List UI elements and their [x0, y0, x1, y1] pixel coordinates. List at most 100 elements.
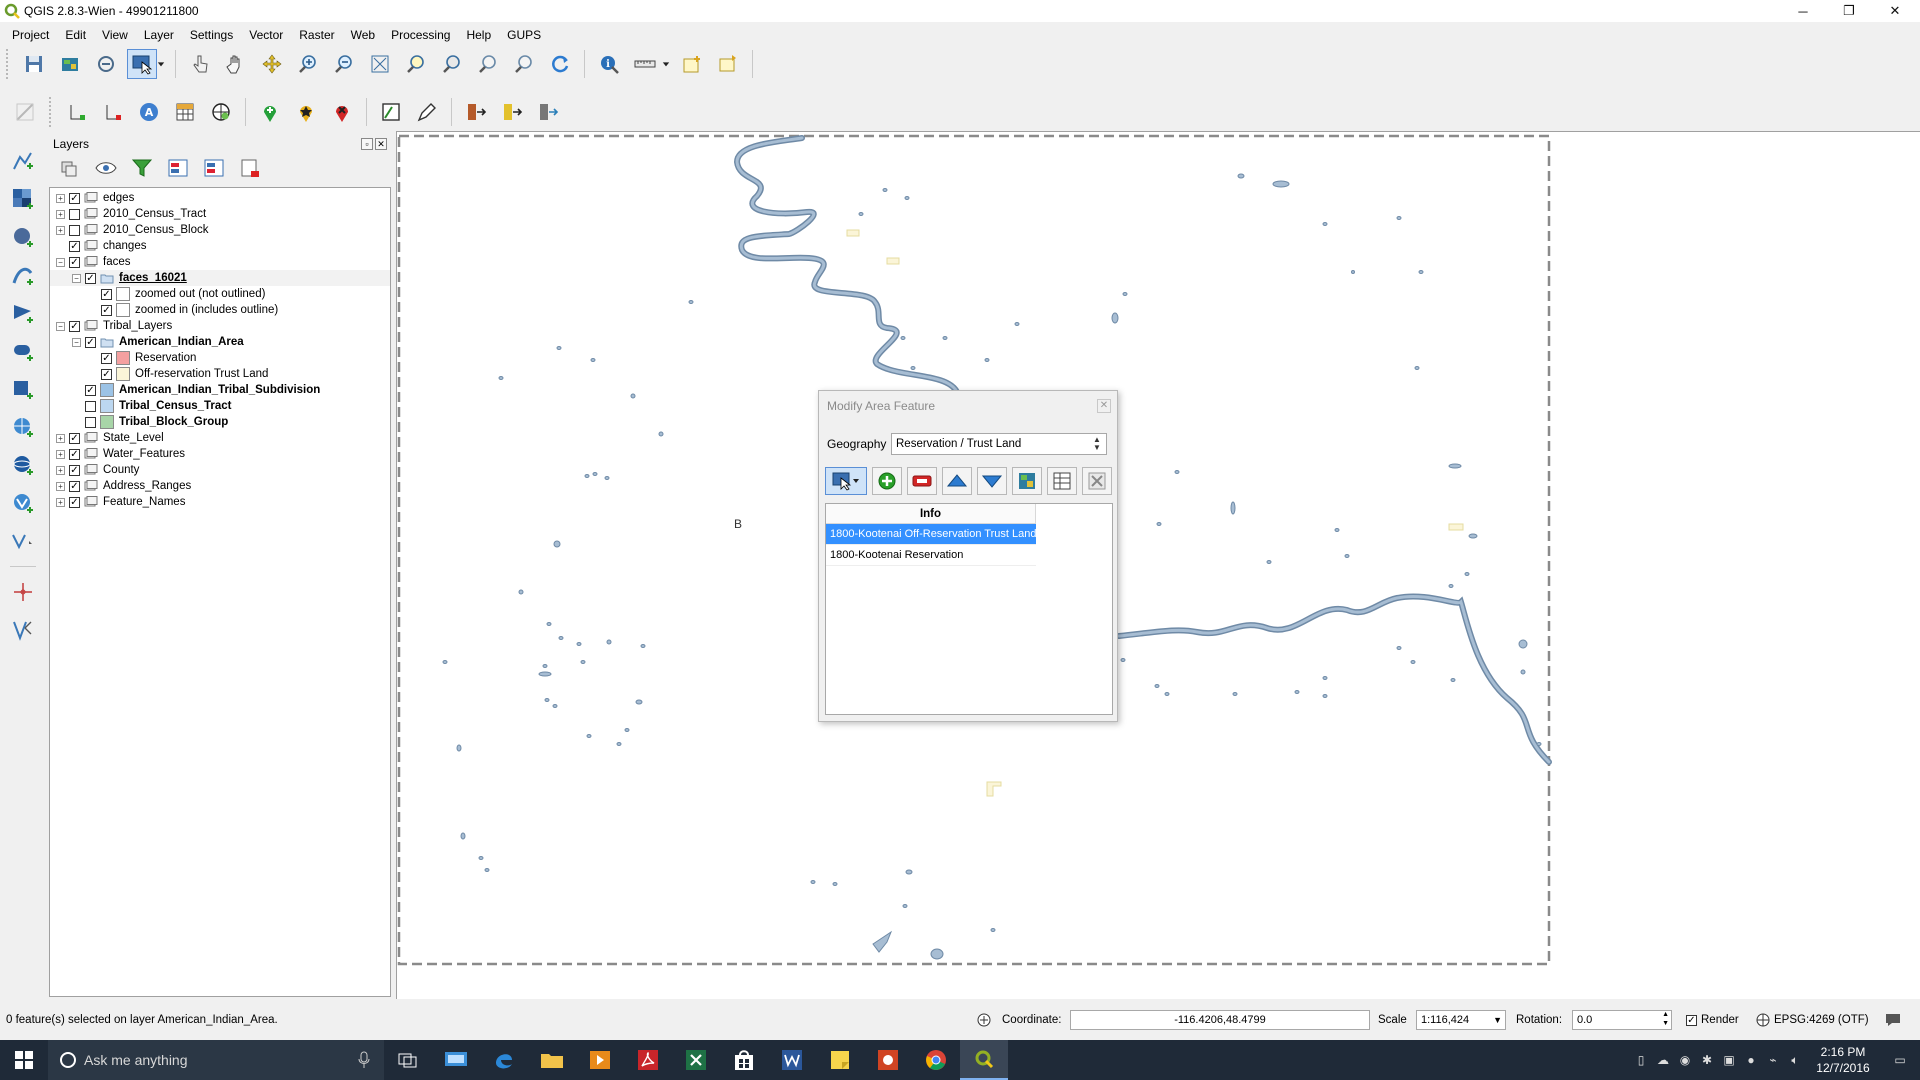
add-delimited-text-button[interactable]: [8, 615, 38, 645]
layer-visibility-checkbox[interactable]: ✓: [85, 336, 96, 348]
layer-visibility-checkbox[interactable]: ✓: [69, 240, 80, 252]
layer-visibility-checkbox[interactable]: ✓: [69, 464, 80, 476]
add-vector-layer-button[interactable]: [8, 146, 38, 176]
layer-visibility-checkbox[interactable]: ✓: [69, 256, 80, 268]
map-canvas[interactable]: B: [396, 131, 1920, 999]
toolbar-grip[interactable]: [6, 49, 12, 79]
layer-tree-row[interactable]: +2010_Census_Tract: [50, 206, 390, 222]
rotation-spinbox[interactable]: 0.0 ▲ ▼: [1572, 1010, 1672, 1030]
crosshair-tool-button[interactable]: [8, 577, 38, 607]
filter-legend-button[interactable]: [129, 156, 155, 180]
zoom-full-button[interactable]: [365, 49, 395, 79]
taskbar-acrobat[interactable]: [624, 1040, 672, 1080]
layer-tree-row[interactable]: ✓ zoomed in (includes outline): [50, 302, 390, 318]
dialog-cancel-button[interactable]: [1082, 467, 1112, 495]
layer-tree[interactable]: + ✓ edges +2010_Census_Tract +2010_Census_Bl…: [49, 187, 391, 997]
taskbar-media[interactable]: [576, 1040, 624, 1080]
taskbar-file-explorer[interactable]: [528, 1040, 576, 1080]
show-bookmarks-button[interactable]: [713, 49, 743, 79]
layer-tree-row[interactable]: + ✓ State_Level: [50, 430, 390, 446]
select-features-button[interactable]: [127, 49, 157, 79]
touch-zoom-button[interactable]: [185, 49, 215, 79]
tray-sync-icon[interactable]: ◉: [1674, 1040, 1696, 1080]
chart-tool-button[interactable]: [376, 97, 406, 127]
menu-raster[interactable]: Raster: [291, 24, 342, 46]
tray-bluetooth-icon[interactable]: ✱: [1696, 1040, 1718, 1080]
layer-tree-row[interactable]: − ✓ faces_16021: [50, 270, 390, 286]
expand-toggle[interactable]: −: [56, 257, 65, 267]
zoom-to-selection-button[interactable]: [401, 49, 431, 79]
save-project-button[interactable]: [19, 49, 49, 79]
expand-toggle[interactable]: −: [56, 321, 65, 331]
label-button[interactable]: A: [134, 97, 164, 127]
menu-web[interactable]: Web: [343, 24, 383, 46]
action-center-icon[interactable]: ▭: [1880, 1040, 1920, 1080]
expand-toggle[interactable]: +: [56, 481, 65, 491]
float-panel-button[interactable]: ▫: [361, 138, 373, 150]
open-project-button[interactable]: [55, 49, 85, 79]
expand-toggle[interactable]: +: [56, 225, 65, 235]
taskbar-sticky-notes[interactable]: [816, 1040, 864, 1080]
delete-vertex-button[interactable]: [98, 97, 128, 127]
maximize-button[interactable]: ❐: [1826, 0, 1872, 22]
layer-visibility-checkbox[interactable]: [85, 400, 96, 412]
taskbar-excel[interactable]: [672, 1040, 720, 1080]
expand-toggle[interactable]: +: [56, 449, 65, 459]
layer-tree-row[interactable]: + ✓ County: [50, 462, 390, 478]
menu-edit[interactable]: Edit: [57, 24, 94, 46]
start-button[interactable]: [0, 1040, 48, 1080]
layer-visibility-checkbox[interactable]: ✓: [101, 304, 112, 316]
gups-tool-3-button[interactable]: [533, 97, 563, 127]
info-list[interactable]: Info 1800-Kootenai Off-Reservation Trust…: [825, 503, 1113, 715]
expand-toggle[interactable]: −: [72, 337, 81, 347]
add-vertex-button[interactable]: [62, 97, 92, 127]
expand-toggle[interactable]: −: [72, 273, 81, 283]
add-mssql-layer-button[interactable]: [8, 298, 38, 328]
menu-processing[interactable]: Processing: [383, 24, 458, 46]
layer-visibility-checkbox[interactable]: [85, 416, 96, 428]
layer-tree-row[interactable]: − ✓ Tribal_Layers: [50, 318, 390, 334]
expand-toggle[interactable]: +: [56, 433, 65, 443]
tray-update-icon[interactable]: ●: [1740, 1040, 1762, 1080]
menu-settings[interactable]: Settings: [182, 24, 241, 46]
tray-pdf-icon[interactable]: ▣: [1718, 1040, 1740, 1080]
layer-visibility-checkbox[interactable]: ✓: [69, 320, 80, 332]
layer-visibility-checkbox[interactable]: ✓: [101, 288, 112, 300]
close-panel-button[interactable]: ✕: [375, 138, 387, 150]
layer-visibility-checkbox[interactable]: ✓: [69, 480, 80, 492]
measure-dropdown-button[interactable]: [661, 49, 671, 79]
taskbar-word[interactable]: [768, 1040, 816, 1080]
expand-toggle[interactable]: +: [56, 209, 65, 219]
globe-plugin-button[interactable]: [206, 97, 236, 127]
task-view-button[interactable]: [384, 1040, 432, 1080]
layer-tree-row[interactable]: Tribal_Block_Group: [50, 414, 390, 430]
expand-toggle[interactable]: +: [56, 193, 65, 203]
zoom-to-layer-button[interactable]: [437, 49, 467, 79]
layer-visibility-checkbox[interactable]: ✓: [69, 448, 80, 460]
add-raster-layer-button[interactable]: [8, 184, 38, 214]
menu-view[interactable]: View: [94, 24, 136, 46]
minimize-button[interactable]: ─: [1780, 0, 1826, 22]
expand-toggle[interactable]: +: [56, 497, 65, 507]
zoom-last-button[interactable]: [473, 49, 503, 79]
add-oracle-layer-button[interactable]: [8, 336, 38, 366]
add-spatialite-layer-button[interactable]: [8, 260, 38, 290]
add-wfs-layer-button[interactable]: [8, 488, 38, 518]
expand-toggle[interactable]: +: [56, 465, 65, 475]
edit-feature-yellow-button[interactable]: [291, 97, 321, 127]
layer-tree-row[interactable]: ✓ American_Indian_Tribal_Subdivision: [50, 382, 390, 398]
tray-network-icon[interactable]: ⌁: [1762, 1040, 1784, 1080]
layer-tree-row[interactable]: − ✓ American_Indian_Area: [50, 334, 390, 350]
layer-tree-row[interactable]: +2010_Census_Block: [50, 222, 390, 238]
dialog-map-button[interactable]: [1012, 467, 1042, 495]
menu-vector[interactable]: Vector: [241, 24, 291, 46]
menu-project[interactable]: Project: [4, 24, 57, 46]
dialog-title-bar[interactable]: Modify Area Feature ✕: [819, 391, 1117, 421]
tray-cloud-icon[interactable]: ☁: [1652, 1040, 1674, 1080]
layer-tree-row[interactable]: ✓ Off-reservation Trust Land: [50, 366, 390, 382]
layer-visibility-checkbox[interactable]: [69, 208, 80, 220]
visibility-button[interactable]: [93, 156, 119, 180]
layer-visibility-checkbox[interactable]: ✓: [69, 192, 80, 204]
pan-map-button[interactable]: [221, 49, 251, 79]
layer-tree-row[interactable]: − ✓ faces: [50, 254, 390, 270]
